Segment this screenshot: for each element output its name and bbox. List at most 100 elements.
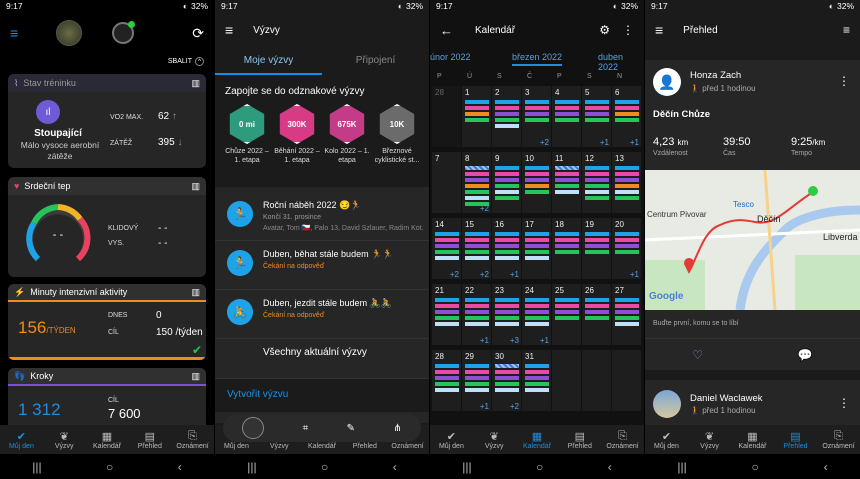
calendar-day-cell[interactable]: 28 [432, 350, 461, 411]
more-activities-count[interactable]: +1 [480, 336, 489, 345]
training-status-card[interactable]: ⌇ Stav tréninku ▥ ıl Stoupající Málo vysoc… [8, 74, 206, 168]
heart-rate-card[interactable]: ♥ Srdeční tep ▥ - - KLIDOVÝ - - VYS. - - [8, 177, 206, 277]
calendar-day-cell[interactable]: 12 [582, 152, 611, 213]
chart-icon[interactable]: ▥ [191, 78, 200, 89]
more-activities-count[interactable]: +1 [540, 336, 549, 345]
nav-item[interactable]: ▦Kalendář [516, 430, 558, 450]
more-activities-count[interactable]: +1 [630, 138, 639, 147]
more-vert-icon[interactable]: ⋮ [838, 396, 850, 410]
intensity-minutes-card[interactable]: ⚡ Minuty intenzivní aktivity ▥ 156/TÝDEN D… [8, 284, 206, 360]
route-map[interactable]: Centrum Pivovar Tesco Děčín Libverda Goo… [645, 170, 860, 310]
current-month[interactable]: březen 2022 [512, 52, 563, 66]
menu-icon[interactable]: ≡ [225, 22, 233, 38]
badge-challenge[interactable]: 300K Běhání 2022 – 1. etapa [273, 104, 321, 165]
post-author[interactable]: Daniel Waclawek [690, 393, 763, 404]
nav-item[interactable]: ✔Můj den [646, 430, 688, 450]
calendar-day-cell[interactable]: 6 +1 [612, 86, 641, 147]
nav-item[interactable]: ⎘Oznámení [602, 430, 644, 450]
nav-item[interactable]: ▤Přehled [559, 430, 601, 450]
activity-post[interactable]: Daniel Waclawek 🚶 před 1 hodinou ⋮ [645, 380, 860, 425]
post-author[interactable]: Honza Zach [690, 70, 741, 81]
more-activities-count[interactable]: +1 [480, 402, 489, 411]
tab-connections[interactable]: Připojení [322, 50, 429, 75]
home-icon[interactable]: ○ [321, 460, 328, 474]
more-activities-count[interactable]: +2 [450, 270, 459, 279]
more-activities-count[interactable]: +1 [630, 270, 639, 279]
recent-apps-icon[interactable]: ||| [32, 460, 41, 474]
calendar-day-cell[interactable]: 3 +2 [522, 86, 551, 147]
nav-item[interactable]: ❦Výzvy [689, 430, 731, 450]
calendar-day-cell[interactable]: 28 [432, 86, 461, 147]
calendar-day-cell[interactable]: 20 +1 [612, 218, 641, 279]
calendar-day-cell[interactable]: 25 [552, 284, 581, 345]
calendar-day-cell[interactable]: 27 [612, 284, 641, 345]
menu-icon[interactable]: ≡ [10, 25, 18, 41]
back-icon[interactable]: ‹ [824, 460, 828, 474]
calendar-day-cell[interactable]: 14 +2 [432, 218, 461, 279]
calendar-day-cell[interactable]: 9 [492, 152, 521, 213]
comment-icon[interactable]: 💬 [798, 348, 813, 362]
filter-icon[interactable]: ⚙ [599, 23, 610, 37]
nav-item[interactable]: ▤Přehled [775, 430, 817, 450]
calendar-day-cell[interactable]: 7 [432, 152, 461, 213]
nav-item[interactable]: ❦Výzvy [43, 430, 85, 450]
calendar-day-cell[interactable]: 26 [582, 284, 611, 345]
more-activities-count[interactable]: +2 [510, 402, 519, 411]
edit-icon[interactable]: ✎ [347, 423, 355, 434]
challenge-item[interactable]: 🏃 Duben, běhat stále budem 🏃🏃 Čekání na od… [215, 242, 429, 290]
recent-apps-icon[interactable]: ||| [677, 460, 686, 474]
chart-icon[interactable]: ▥ [191, 287, 200, 298]
chart-icon[interactable]: ▥ [191, 371, 200, 382]
prev-month[interactable]: únor 2022 [430, 52, 471, 62]
create-challenge-button[interactable]: Vytvořit výzvu [227, 389, 288, 400]
back-icon[interactable]: ‹ [178, 460, 182, 474]
recent-apps-icon[interactable]: ||| [462, 460, 471, 474]
calendar-day-cell[interactable]: 21 [432, 284, 461, 345]
calendar-day-cell[interactable]: 29 +1 [462, 350, 491, 411]
sync-icon[interactable]: ⟳ [192, 25, 204, 42]
calendar-day-cell[interactable]: 8 +2 [462, 152, 491, 213]
badge-challenge[interactable]: 0 mi Chůze 2022 – 1. etapa [223, 104, 271, 165]
all-challenges-link[interactable]: Všechny aktuální výzvy [263, 347, 367, 358]
more-activities-count[interactable]: +2 [540, 138, 549, 147]
calendar-day-cell[interactable]: 18 [552, 218, 581, 279]
calendar-day-cell[interactable]: 10 [522, 152, 551, 213]
nav-item[interactable]: ⎘Oznámení [172, 430, 214, 450]
home-icon[interactable]: ○ [752, 460, 759, 474]
challenge-item[interactable]: 🏃 Roční náběh 2022 😏🏃 Končí 31. prosince Av… [215, 193, 429, 241]
recent-apps-icon[interactable]: ||| [247, 460, 256, 474]
share-icon[interactable]: ⋔ [393, 423, 401, 434]
nav-item[interactable]: ▤Přehled [129, 430, 171, 450]
more-activities-count[interactable]: +2 [480, 270, 489, 279]
more-activities-count[interactable]: +3 [510, 336, 519, 345]
device-watch-icon[interactable] [112, 21, 136, 44]
calendar-day-cell[interactable]: 2 [492, 86, 521, 147]
like-heart-icon[interactable]: ♡ [692, 348, 703, 362]
calendar-day-cell[interactable]: 11 [552, 152, 581, 213]
menu-icon[interactable]: ≡ [655, 22, 663, 38]
calendar-day-cell[interactable]: 22 +1 [462, 284, 491, 345]
more-vert-icon[interactable]: ⋮ [838, 74, 850, 88]
calendar-day-cell[interactable]: 13 [612, 152, 641, 213]
more-vert-icon[interactable]: ⋮ [622, 23, 634, 37]
badge-challenge[interactable]: 675K Kolo 2022 – 1. etapa [323, 104, 371, 165]
avatar[interactable]: 👤 [653, 68, 681, 96]
avatar[interactable] [653, 390, 681, 418]
nav-item[interactable]: ❦Výzvy [473, 430, 515, 450]
back-icon[interactable]: ‹ [608, 460, 612, 474]
nav-item[interactable]: ▦Kalendář [86, 430, 128, 450]
home-icon[interactable]: ○ [106, 460, 113, 474]
nav-item[interactable]: ▦Kalendář [732, 430, 774, 450]
tab-my-challenges[interactable]: Moje výzvy [215, 50, 322, 75]
calendar-day-cell[interactable]: 19 [582, 218, 611, 279]
next-month[interactable]: duben 2022 [598, 52, 644, 72]
scroll-capture-icon[interactable]: ⌗ [303, 423, 309, 434]
calendar-day-cell[interactable]: 5 +1 [582, 86, 611, 147]
nav-item[interactable]: ⎘Oznámení [818, 430, 860, 450]
calendar-day-cell[interactable]: 30 +2 [492, 350, 521, 411]
more-activities-count[interactable]: +1 [510, 270, 519, 279]
collapse-button[interactable]: SBALIT ^ [168, 57, 204, 66]
chart-icon[interactable]: ▥ [191, 181, 200, 192]
calendar-day-cell[interactable]: 17 [522, 218, 551, 279]
back-arrow-icon[interactable]: ← [440, 23, 453, 38]
